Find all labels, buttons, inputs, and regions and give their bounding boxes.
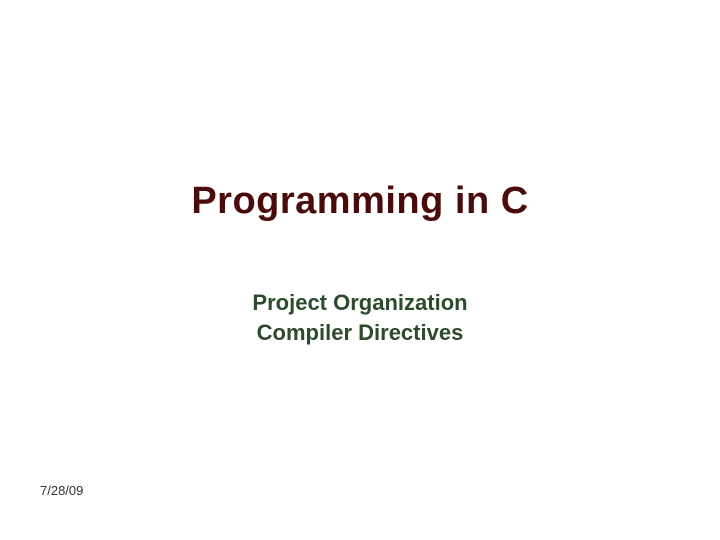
subtitle-block: Project Organization Compiler Directives bbox=[0, 288, 720, 347]
slide-container: Programming in C Project Organization Co… bbox=[0, 0, 720, 540]
subtitle-line-1: Project Organization bbox=[0, 288, 720, 318]
date-footer: 7/28/09 bbox=[40, 483, 83, 498]
slide-title: Programming in C bbox=[0, 180, 720, 223]
subtitle-line-2: Compiler Directives bbox=[0, 318, 720, 348]
